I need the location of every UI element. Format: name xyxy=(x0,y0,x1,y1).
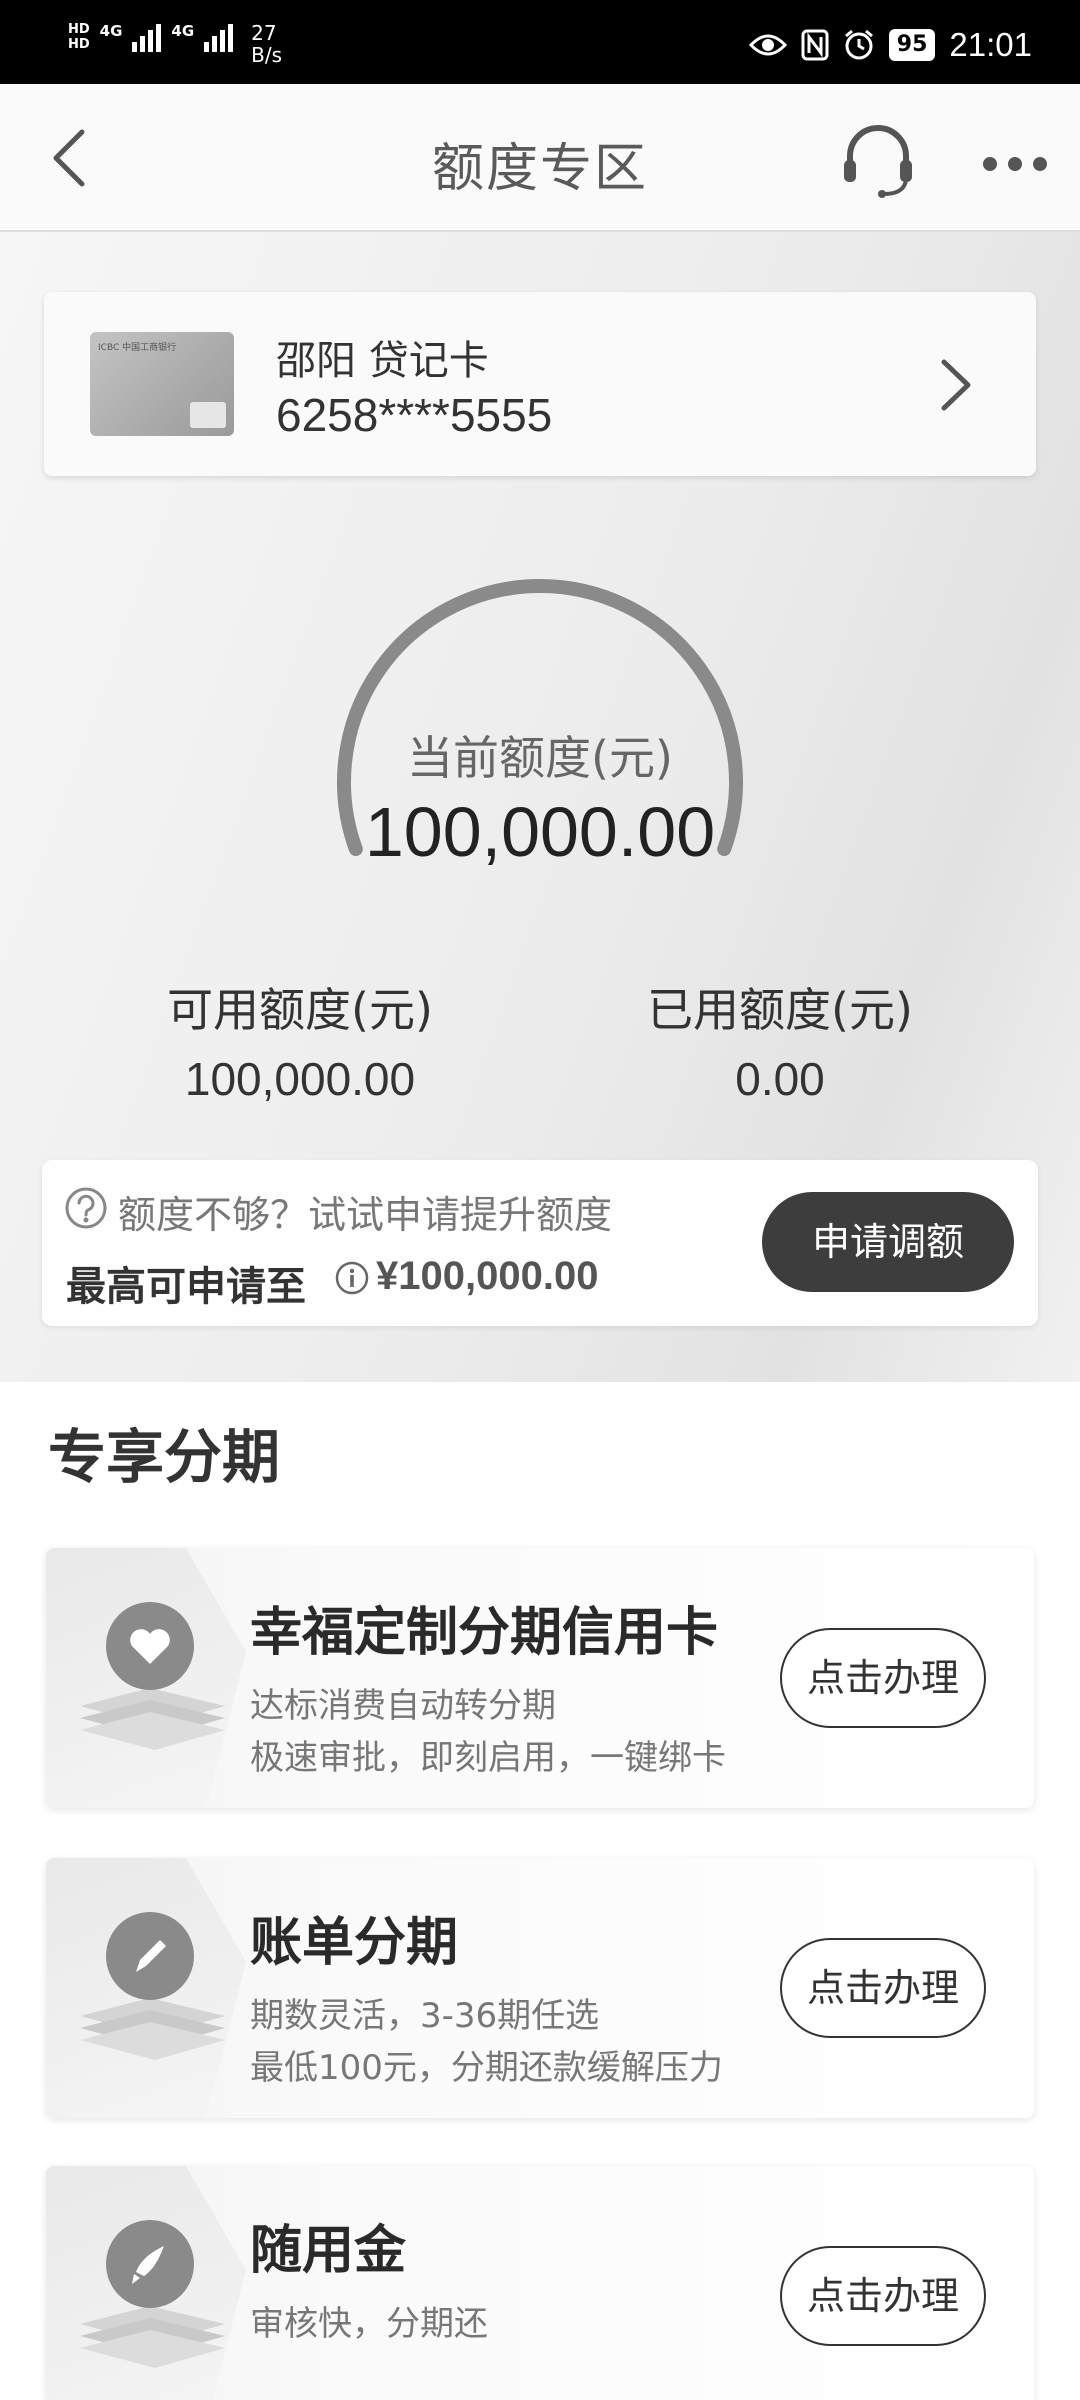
card-image: ICBC 中国工商银行 xyxy=(90,332,234,436)
current-quota-label: 当前额度(元) xyxy=(407,731,673,785)
promo-title: 随用金 xyxy=(250,2221,407,2281)
used-quota-value: 0.00 xyxy=(735,1053,825,1105)
current-quota-value: 100,000.00 xyxy=(364,793,716,871)
promo-desc-2: 极速审批，即刻启用，一键绑卡 xyxy=(250,1738,726,1778)
promo-desc-1: 达标消费自动转分期 xyxy=(250,1686,556,1726)
card-number: 6258****5555 xyxy=(276,389,553,441)
network-type-1: 4G xyxy=(99,22,123,40)
promo-card[interactable]: 随用金 审核快，分期还 点击办理 xyxy=(46,2166,1034,2400)
signal-icon-2 xyxy=(204,22,234,52)
status-bar-left: HD HD 4G 4G 27 B/s xyxy=(68,22,282,66)
promo-card[interactable]: 账单分期 期数灵活，3-36期任选 最低100元，分期还款缓解压力 点击办理 xyxy=(46,1858,1034,2118)
customer-service-icon[interactable] xyxy=(838,120,918,200)
apply-button[interactable]: 点击办理 xyxy=(780,2246,986,2346)
rocket-icon xyxy=(80,2220,225,2368)
more-options-icon[interactable] xyxy=(980,154,1050,174)
promo-desc-2: 最低100元，分期还款缓解压力 xyxy=(250,2048,723,2088)
available-quota-label: 可用额度(元) xyxy=(167,983,433,1037)
battery-icon: 95 xyxy=(888,29,936,61)
promo-desc-1: 期数灵活，3-36期任选 xyxy=(250,1996,600,2036)
promo-title: 账单分期 xyxy=(250,1913,459,1973)
card-name: 邵阳 贷记卡 xyxy=(276,338,489,384)
question-icon[interactable] xyxy=(64,1186,108,1230)
alarm-icon xyxy=(844,29,873,60)
heart-icon xyxy=(80,1602,225,1750)
network-speed: 27 B/s xyxy=(251,21,283,67)
card-selector[interactable]: ICBC 中国工商银行 邵阳 贷记卡 6258****5555 xyxy=(44,292,1036,476)
card-chip xyxy=(190,402,226,428)
apply-button[interactable]: 点击办理 xyxy=(780,1628,986,1728)
chevron-right-icon xyxy=(941,359,971,411)
info-icon[interactable] xyxy=(334,1260,370,1296)
status-bar: HD HD 4G 4G 27 B/s 95 21:01 xyxy=(0,0,1080,84)
apply-increase-panel: 额度不够？试试申请提升额度 最高可申请至 ¥100,000.00 申请调额 xyxy=(42,1160,1038,1326)
network-type-2: 4G xyxy=(171,22,195,40)
used-quota: 已用额度(元) 0.00 xyxy=(580,974,980,1106)
page-title: 额度专区 xyxy=(431,139,648,199)
available-quota-value: 100,000.00 xyxy=(184,1053,416,1105)
apply-button[interactable]: 点击办理 xyxy=(780,1938,986,2038)
used-quota-label: 已用额度(元) xyxy=(647,983,913,1037)
nav-bar: 额度专区 xyxy=(0,84,1080,232)
signal-icon xyxy=(132,22,162,52)
promo-desc-1: 审核快，分期还 xyxy=(250,2304,488,2344)
nfc-icon xyxy=(801,29,829,61)
status-bar-right: 95 21:01 xyxy=(748,26,1032,64)
apply-increase-button[interactable]: 申请调额 xyxy=(762,1192,1014,1292)
max-apply-value: ¥100,000.00 xyxy=(376,1254,599,1298)
section-title: 专享分期 xyxy=(48,1423,281,1491)
available-quota: 可用额度(元) 100,000.00 xyxy=(100,974,500,1106)
pencil-icon xyxy=(80,1912,225,2060)
quota-overview: ICBC 中国工商银行 邵阳 贷记卡 6258****5555 当前额度(元) … xyxy=(0,232,1080,1382)
max-apply-label: 最高可申请至 xyxy=(66,1264,306,1310)
promo-card[interactable]: 幸福定制分期信用卡 达标消费自动转分期 极速审批，即刻启用，一键绑卡 点击办理 xyxy=(46,1548,1034,1808)
hd-indicator: HD HD xyxy=(68,22,90,52)
bank-logo: ICBC 中国工商银行 xyxy=(98,343,177,353)
promo-title: 幸福定制分期信用卡 xyxy=(250,1603,719,1663)
eye-icon xyxy=(748,34,787,56)
clock: 21:01 xyxy=(949,26,1032,63)
apply-tip: 额度不够？试试申请提升额度 xyxy=(118,1193,613,1237)
